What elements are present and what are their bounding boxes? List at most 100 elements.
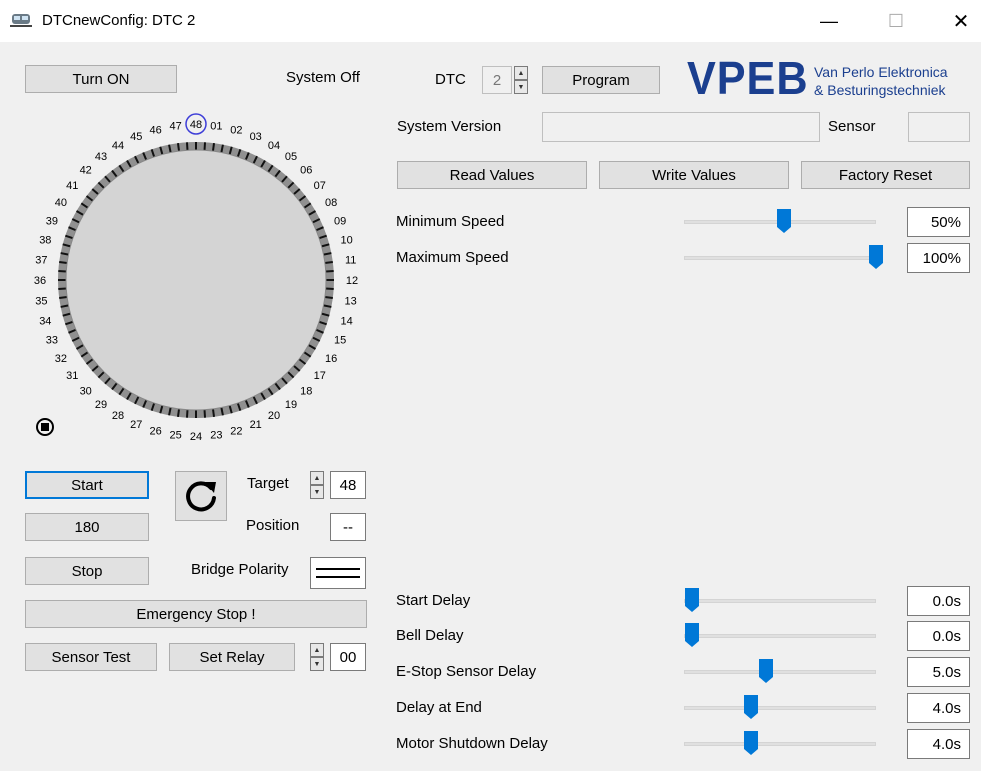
dial-number-16[interactable]: 16 (325, 353, 337, 365)
start-button[interactable]: Start (25, 471, 149, 499)
dial-number-27[interactable]: 27 (130, 419, 142, 431)
dial-number-30[interactable]: 30 (80, 385, 92, 397)
dial-number-11[interactable]: 11 (345, 255, 356, 267)
dial-number-08[interactable]: 08 (325, 197, 337, 209)
read-values-button[interactable]: Read Values (397, 161, 587, 189)
dial-number-14[interactable]: 14 (341, 315, 353, 327)
close-button[interactable]: ✕ (939, 0, 981, 42)
dial-number-47[interactable]: 47 (170, 120, 182, 132)
bell-delay-label: Bell Delay (396, 627, 464, 644)
dtc-field[interactable]: 2 (482, 66, 512, 94)
dial-number-40[interactable]: 40 (55, 197, 67, 209)
dial-number-34[interactable]: 34 (39, 315, 51, 327)
rotate-button[interactable] (175, 471, 227, 521)
turn-on-button[interactable]: Turn ON (25, 65, 177, 93)
dial-number-42[interactable]: 42 (80, 165, 92, 177)
dial-number-25[interactable]: 25 (170, 430, 182, 442)
dial-number-12[interactable]: 12 (346, 275, 358, 287)
dial-number-48[interactable]: 48 (190, 119, 202, 131)
position-label: Position (246, 517, 300, 534)
program-button[interactable]: Program (542, 66, 660, 94)
delay-at-end-label: Delay at End (396, 699, 482, 716)
dial-number-05[interactable]: 05 (285, 151, 297, 163)
sensor-test-button[interactable]: Sensor Test (25, 643, 157, 671)
dial-number-15[interactable]: 15 (334, 335, 346, 347)
relay-field[interactable]: 00 (330, 643, 366, 671)
start-delay-slider-track[interactable] (684, 599, 876, 603)
dial-number-31[interactable]: 31 (66, 370, 78, 382)
dial-number-24[interactable]: 24 (190, 431, 202, 443)
dial-number-39[interactable]: 39 (46, 215, 58, 227)
speed-button[interactable]: 180 (25, 513, 149, 541)
minimum-speed-slider-thumb[interactable] (776, 208, 792, 234)
stop-record-icon[interactable] (35, 417, 55, 437)
dial-number-13[interactable]: 13 (345, 295, 357, 307)
e-stop-sensor-delay-slider-thumb[interactable] (758, 658, 774, 684)
dial-number-02[interactable]: 02 (230, 124, 242, 136)
dial-number-29[interactable]: 29 (95, 399, 107, 411)
up-arrow-icon[interactable]: ▲ (310, 643, 324, 657)
dial-number-26[interactable]: 26 (149, 426, 161, 438)
emergency-stop-button[interactable]: Emergency Stop ! (25, 600, 367, 628)
dial-number-10[interactable]: 10 (341, 235, 353, 247)
dial-tick (203, 142, 207, 151)
motor-shutdown-delay-slider-thumb[interactable] (743, 730, 759, 756)
dial-number-37[interactable]: 37 (35, 255, 47, 267)
down-arrow-icon[interactable]: ▼ (514, 80, 528, 94)
minimize-button[interactable]: — (807, 0, 851, 42)
relay-spinner[interactable]: ▲ ▼ (310, 643, 324, 671)
up-arrow-icon[interactable]: ▲ (310, 471, 324, 485)
dial-number-44[interactable]: 44 (112, 140, 124, 152)
dtc-spinner[interactable]: ▲ ▼ (514, 66, 528, 94)
dial-number-04[interactable]: 04 (268, 140, 280, 152)
delay-at-end-slider-track[interactable] (684, 706, 876, 710)
dial-number-09[interactable]: 09 (334, 215, 346, 227)
dial-number-41[interactable]: 41 (66, 180, 78, 192)
target-field[interactable]: 48 (330, 471, 366, 499)
dial-number-45[interactable]: 45 (130, 131, 142, 143)
bell-delay-slider-track[interactable] (684, 634, 876, 638)
dial-number-23[interactable]: 23 (210, 430, 222, 442)
stop-button[interactable]: Stop (25, 557, 149, 585)
app-train-icon (10, 14, 32, 27)
maximum-speed-value: 100% (907, 243, 970, 273)
bridge-polarity-label: Bridge Polarity (191, 561, 289, 578)
dial-number-22[interactable]: 22 (230, 426, 242, 438)
dial-number-19[interactable]: 19 (285, 399, 297, 411)
write-values-button[interactable]: Write Values (599, 161, 789, 189)
maximum-speed-slider-thumb[interactable] (868, 244, 884, 270)
dial-number-06[interactable]: 06 (300, 165, 312, 177)
dial-number-36[interactable]: 36 (34, 275, 46, 287)
dial-number-07[interactable]: 07 (314, 180, 326, 192)
target-spinner[interactable]: ▲ ▼ (310, 471, 324, 499)
e-stop-sensor-delay-slider-track[interactable] (684, 670, 876, 674)
up-arrow-icon[interactable]: ▲ (514, 66, 528, 80)
bell-delay-slider-thumb[interactable] (684, 622, 700, 648)
dial-number-46[interactable]: 46 (149, 124, 161, 136)
down-arrow-icon[interactable]: ▼ (310, 657, 324, 671)
turntable-dial[interactable]: 01 02 03 04 050607 08 09 10 11 12 13 14 15 16 171819 20… (20, 108, 380, 450)
dial-number-01[interactable]: 01 (210, 120, 222, 132)
motor-shutdown-delay-slider-track[interactable] (684, 742, 876, 746)
window-title: DTCnewConfig: DTC 2 (42, 12, 196, 29)
dial-number-17[interactable]: 17 (314, 370, 326, 382)
maximize-button[interactable]: ☐ (874, 0, 918, 42)
down-arrow-icon[interactable]: ▼ (310, 485, 324, 499)
dial-number-33[interactable]: 33 (46, 335, 58, 347)
dial-number-21[interactable]: 21 (250, 419, 262, 431)
factory-reset-button[interactable]: Factory Reset (801, 161, 970, 189)
dial-number-03[interactable]: 03 (250, 131, 262, 143)
dial-number-32[interactable]: 32 (55, 353, 67, 365)
start-delay-slider-thumb[interactable] (684, 587, 700, 613)
dial-number-38[interactable]: 38 (39, 235, 51, 247)
dial-number-43[interactable]: 43 (95, 151, 107, 163)
dial-number-28[interactable]: 28 (112, 410, 124, 422)
maximum-speed-slider-track[interactable] (684, 256, 876, 260)
dial-number-20[interactable]: 20 (268, 410, 280, 422)
dial-number-35[interactable]: 35 (35, 295, 47, 307)
rotate-icon (186, 481, 216, 512)
dial-tick (185, 409, 189, 418)
set-relay-button[interactable]: Set Relay (169, 643, 295, 671)
delay-at-end-slider-thumb[interactable] (743, 694, 759, 720)
dial-number-18[interactable]: 18 (300, 385, 312, 397)
